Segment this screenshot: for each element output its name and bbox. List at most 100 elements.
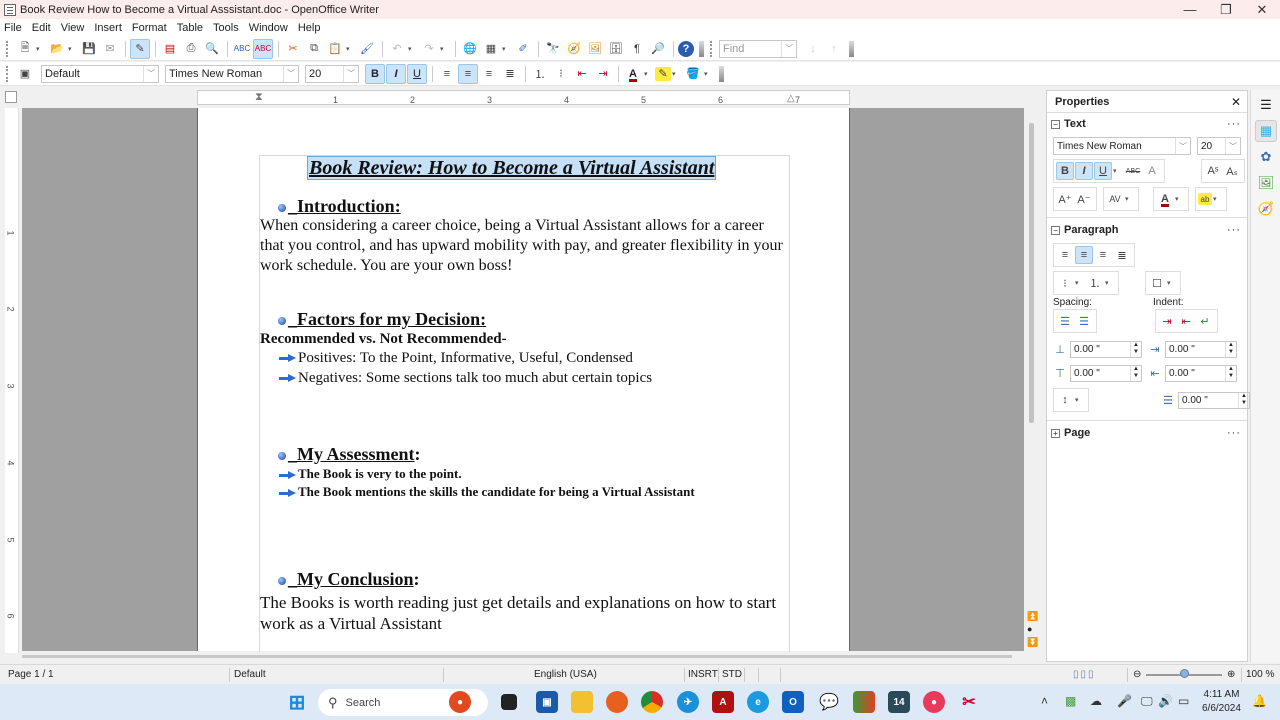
bullets-icon[interactable]: ⁝ — [551, 64, 571, 84]
autospellcheck-icon[interactable]: ABC — [253, 38, 273, 59]
dropdown-icon[interactable]: ﹀ — [1225, 138, 1240, 154]
help-icon[interactable]: ? — [678, 40, 694, 57]
background-color-dropdown-icon[interactable]: ▾ — [704, 70, 712, 78]
new-dropdown-icon[interactable]: ▾ — [36, 45, 44, 53]
underline-button[interactable]: U — [407, 63, 427, 84]
sidebar-font-color-icon[interactable]: A — [1156, 190, 1174, 208]
sidebar-menu-icon[interactable]: ☰ — [1255, 94, 1277, 116]
underline-dropdown-icon[interactable]: ▾ — [1113, 167, 1121, 175]
menu-tools[interactable]: Tools — [213, 22, 239, 34]
page-section-header[interactable]: + Page ··· — [1047, 424, 1247, 442]
redo-icon[interactable]: ↷ — [419, 39, 439, 59]
dropdown-icon[interactable]: ▾ — [1075, 279, 1083, 287]
dropdown-icon[interactable]: ▾ — [1167, 279, 1175, 287]
menu-insert[interactable]: Insert — [94, 22, 122, 34]
navigation-icon[interactable]: ● — [1027, 624, 1032, 634]
strikethrough-icon[interactable]: ABC — [1124, 162, 1142, 180]
microphone-icon[interactable]: 🎤 — [1117, 694, 1132, 708]
more-options-icon[interactable]: ··· — [1227, 427, 1241, 439]
formatting-toolbar-grip[interactable] — [6, 65, 9, 82]
page-style[interactable]: Default — [234, 669, 266, 680]
spinner-icon[interactable]: ▲ ▼ — [1130, 366, 1141, 381]
horizontal-scrollbar[interactable] — [22, 652, 1012, 660]
show-hidden-icons[interactable]: ˄ — [1041, 694, 1048, 708]
sidebar-font-name-select[interactable]: Times New Roman ﹀ — [1053, 137, 1191, 155]
firefox-icon[interactable] — [606, 691, 628, 713]
undo-dropdown-icon[interactable]: ▾ — [408, 45, 416, 53]
line-spacing-icon[interactable]: ↕ — [1056, 391, 1074, 409]
align-left-icon[interactable]: ≡ — [437, 64, 457, 84]
font-name-dropdown-icon[interactable]: ﹀ — [283, 65, 298, 82]
increase-font-icon[interactable]: A⁺ — [1056, 190, 1074, 208]
spinner-icon[interactable]: ▲ ▼ — [1238, 392, 1249, 408]
shadow-icon[interactable]: A — [1143, 162, 1161, 180]
sidebar-bullets-icon[interactable]: ⁝ — [1056, 274, 1074, 292]
edge-icon[interactable]: e — [747, 691, 769, 713]
gallery-tab-icon[interactable]: 🖼 — [1255, 172, 1277, 194]
microsoft-store-icon[interactable]: ▣ — [536, 691, 558, 713]
widgets-icon[interactable]: ● — [449, 691, 471, 713]
open-folder-icon[interactable]: 📂 — [47, 39, 67, 59]
find-previous-icon[interactable]: ↑ — [824, 39, 844, 59]
below-paragraph-spacing[interactable]: ⊤ 0.00 " ▲ ▼ — [1053, 365, 1142, 382]
snipping-tool-icon[interactable]: ✂ — [958, 691, 980, 713]
zoom-level[interactable]: 100 % — [1246, 669, 1274, 680]
tray-app-icon[interactable]: ▩ — [1065, 694, 1076, 708]
properties-tab-icon[interactable]: ▦ — [1255, 120, 1277, 142]
decrease-spacing-icon[interactable]: ☰ — [1075, 312, 1093, 330]
data-sources-icon[interactable]: 🗄 — [606, 39, 626, 59]
right-indent-marker-icon[interactable]: △ — [787, 93, 795, 104]
previous-page-icon[interactable]: ⏫ — [1027, 611, 1038, 622]
restore-button[interactable]: ❐ — [1208, 0, 1244, 19]
find-dropdown-icon[interactable]: ﹀ — [781, 40, 796, 57]
table-icon[interactable]: ▦ — [481, 39, 501, 59]
dropdown-icon[interactable]: ▾ — [1105, 279, 1113, 287]
onedrive-icon[interactable]: ☁ — [1090, 694, 1102, 708]
highlighting-dropdown-icon[interactable]: ▾ — [672, 70, 680, 78]
new-document-icon[interactable]: 🗎 — [15, 39, 35, 59]
styles-tab-icon[interactable]: ✿ — [1255, 146, 1277, 168]
tab-stop-selector[interactable] — [5, 91, 17, 103]
horizontal-scroll-thumb[interactable] — [22, 655, 1012, 658]
menu-view[interactable]: View — [61, 22, 85, 34]
formatting-toolbar-overflow-handle[interactable] — [719, 65, 724, 82]
calendar-icon[interactable]: 14 — [888, 691, 910, 713]
system-clock[interactable]: 4:11 AM 6/6/2024 — [1202, 688, 1241, 716]
sidebar-align-center-icon[interactable]: ≡ — [1075, 246, 1093, 264]
sidebar-italic-icon[interactable]: I — [1075, 162, 1093, 180]
view-layout-icons[interactable]: ▯▯▯ — [1073, 669, 1096, 680]
minimize-button[interactable]: — — [1172, 0, 1208, 19]
horizontal-ruler[interactable]: 1 2 3 4 5 6 7 ⧗ △ — [197, 90, 850, 105]
undo-icon[interactable]: ↶ — [387, 39, 407, 59]
open-dropdown-icon[interactable]: ▾ — [68, 45, 76, 53]
email-icon[interactable]: ✉ — [100, 39, 120, 59]
file-explorer-icon[interactable] — [571, 691, 593, 713]
toolbar-overflow-handle[interactable] — [699, 40, 704, 57]
toolbar-grip[interactable] — [6, 40, 9, 57]
print-icon[interactable]: ⎙ — [181, 39, 201, 59]
background-color-icon[interactable]: 🪣 — [683, 64, 703, 84]
align-center-icon[interactable]: ≡ — [458, 63, 478, 84]
zoom-icon[interactable]: 🔎 — [648, 39, 668, 59]
copy-icon[interactable]: ⧉ — [304, 39, 324, 59]
dropdown-icon[interactable]: ▾ — [1075, 396, 1083, 404]
decrease-font-icon[interactable]: A⁻ — [1075, 190, 1093, 208]
screen-recorder-icon[interactable]: ● — [923, 691, 945, 713]
sidebar-align-left-icon[interactable]: ≡ — [1056, 246, 1074, 264]
hyperlink-icon[interactable]: 🌐 — [460, 39, 480, 59]
decrease-indent-sidebar-icon[interactable]: ⇤ — [1177, 312, 1195, 330]
close-sidebar-icon[interactable]: ✕ — [1231, 95, 1241, 109]
paste-dropdown-icon[interactable]: ▾ — [346, 45, 354, 53]
navigator-icon[interactable]: 🧭 — [564, 39, 584, 59]
gallery-icon[interactable]: 🖼 — [585, 39, 605, 59]
styles-formatting-icon[interactable]: ▣ — [15, 64, 35, 84]
outlook-icon[interactable]: O — [782, 691, 804, 713]
dropdown-icon[interactable]: ▾ — [1125, 195, 1133, 203]
font-name-select[interactable]: Times New Roman ﹀ — [165, 64, 299, 83]
paragraph-background-icon[interactable]: ☐ — [1148, 274, 1166, 292]
dropdown-icon[interactable]: ﹀ — [1175, 138, 1190, 154]
more-options-icon[interactable]: ··· — [1227, 118, 1241, 130]
clone-formatting-icon[interactable]: 🖌 — [357, 39, 377, 59]
dropdown-icon[interactable]: ▾ — [1175, 195, 1183, 203]
edit-file-icon[interactable]: ✎ — [130, 38, 150, 59]
